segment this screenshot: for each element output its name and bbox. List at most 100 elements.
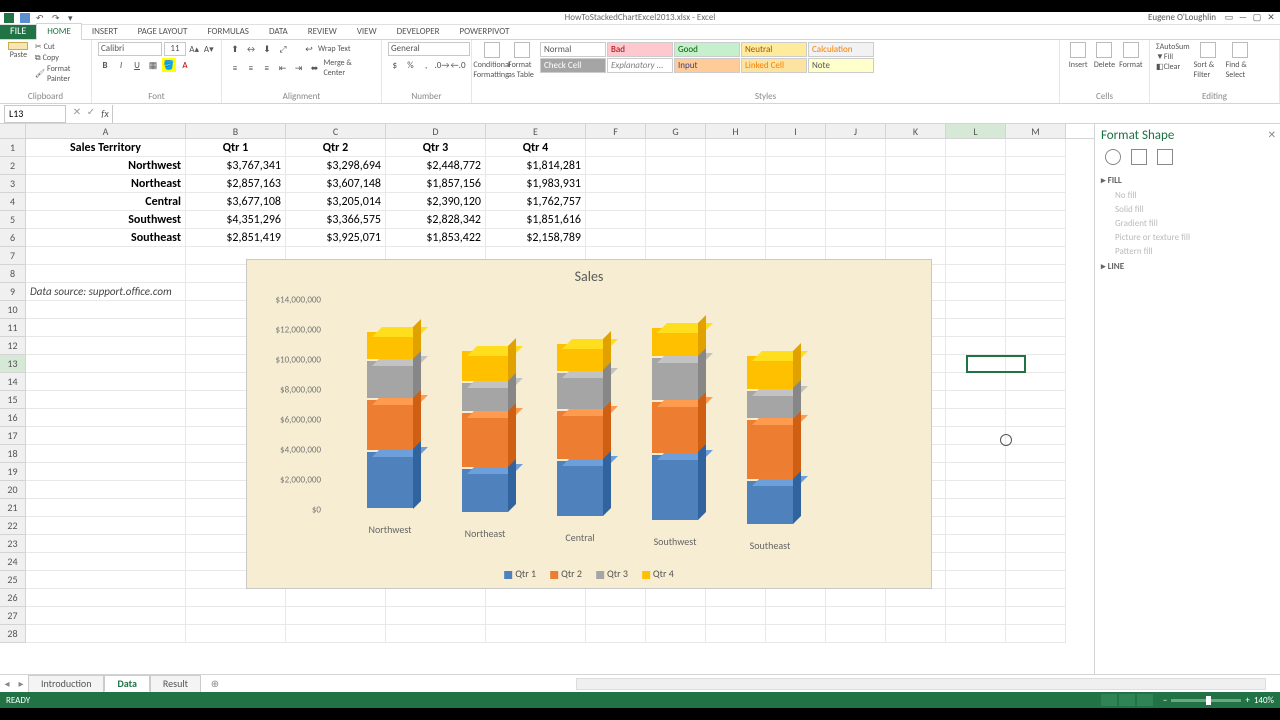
cell-M14[interactable] [1006,373,1066,391]
user-name[interactable]: Eugene O'Loughlin [1148,12,1216,23]
cell-E28[interactable] [486,625,586,643]
cell-H4[interactable] [706,193,766,211]
fill-option[interactable]: Solid fill [1115,204,1274,215]
cell-M21[interactable] [1006,499,1066,517]
cellstyle-bad[interactable]: Bad [607,42,673,57]
cell-F4[interactable] [586,193,646,211]
cell-I4[interactable] [766,193,826,211]
row-header-2[interactable]: 2 [0,157,26,175]
row-header-23[interactable]: 23 [0,535,26,553]
cellstyle-check-cell[interactable]: Check Cell [540,58,606,73]
cell-A26[interactable] [26,589,186,607]
cell-E4[interactable]: $1,762,757 [486,193,586,211]
border-button[interactable]: ▦ [146,58,160,72]
cell-K5[interactable] [886,211,946,229]
fill-line-tab-icon[interactable] [1105,149,1121,165]
cell-C5[interactable]: $3,366,575 [286,211,386,229]
insert-cells-button[interactable]: Insert [1066,42,1090,70]
page-layout-view-icon[interactable] [1119,694,1135,706]
font-name-select[interactable]: Calibri [98,42,162,56]
add-sheet-button[interactable]: ⊕ [207,677,223,690]
cell-J26[interactable] [826,589,886,607]
cell-K28[interactable] [886,625,946,643]
cell-B4[interactable]: $3,677,108 [186,193,286,211]
row-header-27[interactable]: 27 [0,607,26,625]
format-painter-button[interactable]: 🖌Format Painter [35,64,85,84]
cell-F26[interactable] [586,589,646,607]
line-section[interactable]: ▸ LINE [1101,261,1274,272]
cell-H2[interactable] [706,157,766,175]
conditional-formatting-button[interactable]: Conditional Formatting [478,42,506,80]
cell-E1[interactable]: Qtr 4 [486,139,586,157]
cell-A18[interactable] [26,445,186,463]
fill-color-button[interactable]: 🪣 [162,58,176,72]
cell-L7[interactable] [946,247,1006,265]
format-as-table-button[interactable]: Format as Table [508,42,536,80]
cell-E6[interactable]: $2,158,789 [486,229,586,247]
cellstyle-input[interactable]: Input [674,58,740,73]
cell-A28[interactable] [26,625,186,643]
cell-D27[interactable] [386,607,486,625]
horizontal-scrollbar[interactable] [576,678,1266,690]
fx-icon[interactable]: fx [98,107,112,120]
cell-A17[interactable] [26,427,186,445]
cell-L20[interactable] [946,481,1006,499]
cell-M6[interactable] [1006,229,1066,247]
cell-A10[interactable] [26,301,186,319]
close-icon[interactable]: ✕ [1266,13,1276,23]
cell-A9[interactable]: Data source: support.office.com [26,283,186,301]
cell-I5[interactable] [766,211,826,229]
font-color-button[interactable]: A [178,58,192,72]
cell-A23[interactable] [26,535,186,553]
cell-D6[interactable]: $1,853,422 [386,229,486,247]
cell-L17[interactable] [946,427,1006,445]
copy-button[interactable]: ⧉Copy [35,53,85,63]
col-header-A[interactable]: A [26,124,186,138]
wrap-text-icon[interactable]: ↩ [302,42,316,56]
cell-J6[interactable] [826,229,886,247]
chart-segment[interactable] [462,351,508,381]
cell-B6[interactable]: $2,851,419 [186,229,286,247]
minimize-icon[interactable]: — [1238,13,1248,23]
cell-I3[interactable] [766,175,826,193]
font-size-select[interactable]: 11 [164,42,186,56]
cell-I1[interactable] [766,139,826,157]
inc-decimal-icon[interactable]: .0→ [435,58,449,72]
cell-M22[interactable] [1006,517,1066,535]
cell-A25[interactable] [26,571,186,589]
cellstyle-good[interactable]: Good [674,42,740,57]
chart-segment[interactable] [652,328,698,356]
cell-M17[interactable] [1006,427,1066,445]
cell-A8[interactable] [26,265,186,283]
redo-icon[interactable]: ↷ [52,13,62,23]
bold-button[interactable]: B [98,58,112,72]
cellstyle-calculation[interactable]: Calculation [808,42,874,57]
chart-segment[interactable] [747,420,793,479]
col-header-F[interactable]: F [586,124,646,138]
row-header-18[interactable]: 18 [0,445,26,463]
chart-segment[interactable] [557,461,603,516]
col-header-L[interactable]: L [946,124,1006,138]
cell-B26[interactable] [186,589,286,607]
fill-option[interactable]: No fill [1115,190,1274,201]
formula-input[interactable] [112,105,1280,123]
col-header-K[interactable]: K [886,124,946,138]
wrap-text-button[interactable]: Wrap Text [318,44,351,54]
chart-segment[interactable] [652,358,698,400]
cell-L18[interactable] [946,445,1006,463]
align-left-icon[interactable]: ≡ [228,61,242,75]
cell-M9[interactable] [1006,283,1066,301]
cell-B27[interactable] [186,607,286,625]
cell-A20[interactable] [26,481,186,499]
cell-F6[interactable] [586,229,646,247]
cell-M8[interactable] [1006,265,1066,283]
cell-L26[interactable] [946,589,1006,607]
increase-font-icon[interactable]: A▴ [188,42,201,56]
cell-G3[interactable] [646,175,706,193]
cell-M24[interactable] [1006,553,1066,571]
clear-button[interactable]: ◧Clear [1156,62,1190,72]
col-header-E[interactable]: E [486,124,586,138]
cell-L9[interactable] [946,283,1006,301]
align-top-icon[interactable]: ⬆ [228,42,242,56]
cell-G27[interactable] [646,607,706,625]
